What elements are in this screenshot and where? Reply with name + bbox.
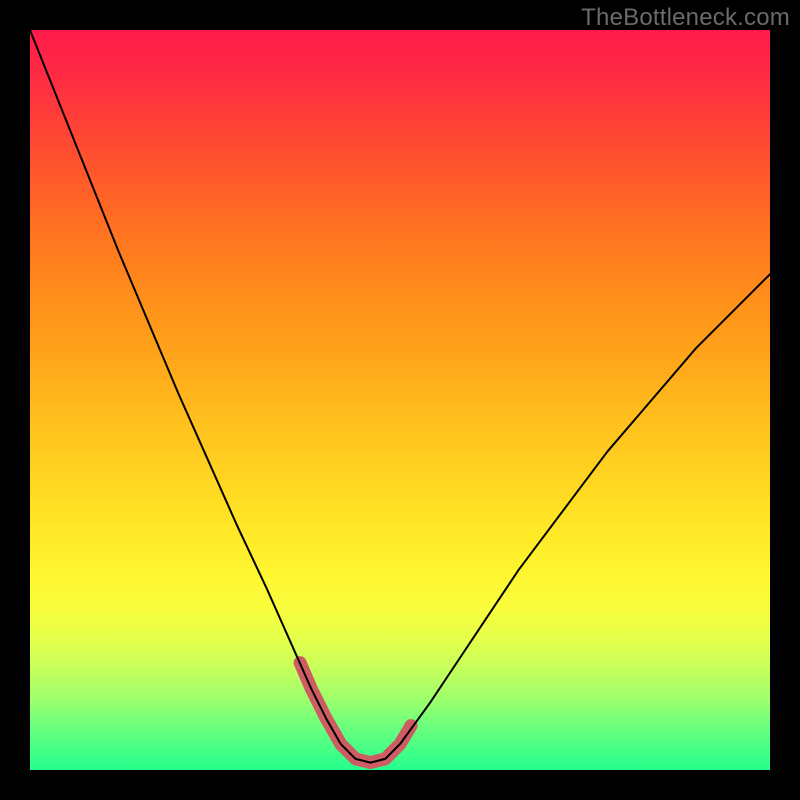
chart-frame: TheBottleneck.com — [0, 0, 800, 800]
bottleneck-highlight-segment — [300, 663, 411, 763]
watermark-text: TheBottleneck.com — [581, 4, 790, 32]
chart-svg — [30, 30, 770, 770]
bottleneck-curve — [30, 30, 770, 763]
